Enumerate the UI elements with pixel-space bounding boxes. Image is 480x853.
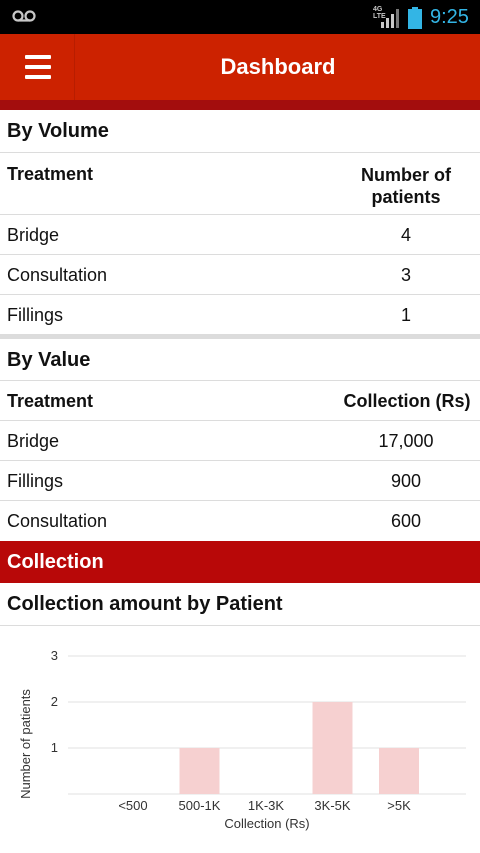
table-row[interactable]: Bridge 17,000 <box>0 421 480 461</box>
x-tick-label: <500 <box>118 798 147 813</box>
treatment-name: Fillings <box>7 305 64 325</box>
x-tick-label: >5K <box>387 798 411 813</box>
table-row[interactable]: Consultation 3 <box>0 255 480 295</box>
y-axis-title: Number of patients <box>18 689 33 799</box>
chart-title: Collection amount by Patient <box>0 583 480 626</box>
by-volume-column-headers: Treatment Number of patients <box>0 153 480 215</box>
x-tick-label: 1K-3K <box>248 798 284 813</box>
by-value-header: By Value <box>0 339 480 381</box>
treatment-name: Consultation <box>7 265 108 285</box>
treatment-name: Fillings <box>7 471 64 491</box>
collection-amount: 900 <box>390 471 422 491</box>
clock-time: 9:25 <box>430 6 469 28</box>
patient-count: 4 <box>400 225 411 245</box>
collection-amount: 17,000 <box>378 431 434 451</box>
status-bar: 4G LTE 9:25 <box>0 0 480 34</box>
value-col-treatment: Treatment <box>7 391 94 411</box>
volume-col-patients: Number of patients <box>361 165 451 207</box>
page-title: Dashboard <box>220 54 336 79</box>
app-bar-shadow-band <box>0 100 480 110</box>
chart-bar <box>379 748 419 794</box>
value-col-collection: Collection (Rs) <box>343 391 471 411</box>
treatment-name: Consultation <box>7 511 108 531</box>
voicemail-icon <box>12 10 36 22</box>
treatment-name: Bridge <box>7 225 60 245</box>
signal-icon <box>381 9 399 28</box>
volume-col-treatment: Treatment <box>7 164 94 184</box>
y-tick-label: 1 <box>51 740 58 755</box>
by-volume-header: By Volume <box>0 110 480 153</box>
y-tick-label: 2 <box>51 694 58 709</box>
collection-section-bar[interactable]: Collection <box>0 541 480 583</box>
x-axis-title: Collection (Rs) <box>224 816 309 831</box>
table-row[interactable]: Fillings 1 <box>0 295 480 334</box>
table-row[interactable]: Consultation 600 <box>0 501 480 541</box>
app-bar: Dashboard <box>0 34 480 100</box>
x-tick-label: 3K-5K <box>314 798 350 813</box>
table-row[interactable]: Fillings 900 <box>0 461 480 501</box>
patient-count: 1 <box>400 305 411 325</box>
table-row[interactable]: Bridge 4 <box>0 215 480 255</box>
collection-amount: 600 <box>390 511 422 531</box>
patient-count: 3 <box>400 265 411 285</box>
by-value-column-headers: Treatment Collection (Rs) <box>0 381 480 421</box>
y-tick-label: 3 <box>51 648 58 663</box>
chart-bar <box>179 748 220 794</box>
chart-bar <box>312 702 353 794</box>
battery-icon <box>408 7 422 29</box>
x-tick-label: 500-1K <box>179 798 221 813</box>
treatment-name: Bridge <box>7 431 60 451</box>
collection-bar-chart: 1 2 3 <500 500-1K 1K-3K 3K-5K >5K Collection (Rs… <box>18 648 466 831</box>
menu-button[interactable] <box>0 34 75 100</box>
